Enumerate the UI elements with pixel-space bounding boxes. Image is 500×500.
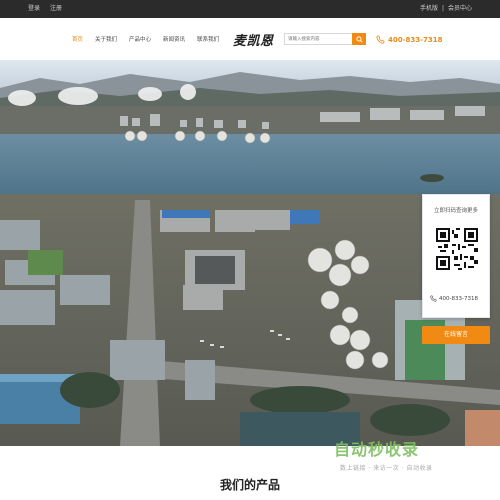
member-center-link[interactable]: 会员中心 xyxy=(448,0,472,18)
login-link[interactable]: 登录 xyxy=(28,0,40,18)
utility-links: 手机版 | 会员中心 xyxy=(420,0,472,18)
nav-item-products[interactable]: 产品中心 xyxy=(129,35,151,43)
online-message-button[interactable]: 在线留言 xyxy=(422,326,490,344)
register-link[interactable]: 注册 xyxy=(50,0,62,18)
qr-caption: 立即扫码查询更多 xyxy=(433,208,478,214)
watermark-title: 自动秒收录 xyxy=(334,440,420,459)
nav-item-home[interactable]: 首页 xyxy=(72,35,83,43)
site-header: 首页 关于我们 产品中心 新闻资讯 联系我们 麦凯恩 400-833-7318 xyxy=(0,18,500,60)
header-phone-number: 400-833-7318 xyxy=(388,35,443,44)
header-phone: 400-833-7318 xyxy=(376,35,443,44)
site-logo[interactable]: 麦凯恩 xyxy=(233,30,274,49)
top-utility-bar: 登录 注册 手机版 | 会员中心 xyxy=(0,0,500,18)
qr-card-phone-number: 400-833-7318 xyxy=(439,295,478,302)
search-input[interactable] xyxy=(284,33,352,45)
account-links: 登录 注册 xyxy=(28,0,62,18)
watermark-subtitle: 数上链接 · 来访一次 · 自动收录 xyxy=(340,465,433,472)
mobile-version-link[interactable]: 手机版 xyxy=(420,0,438,18)
watermark: 自动秒收录 数上链接 · 来访一次 · 自动收录 xyxy=(330,432,490,476)
search-icon xyxy=(355,35,363,43)
phone-icon xyxy=(376,35,385,44)
qr-code-card: 立即扫码查询更多 400-833-7318 xyxy=(422,194,490,318)
qr-code-icon xyxy=(436,228,478,270)
page: 登录 注册 手机版 | 会员中心 首页 关于我们 产品中心 新闻资讯 联系我们 … xyxy=(0,0,500,500)
nav-item-about[interactable]: 关于我们 xyxy=(95,35,117,43)
search-box xyxy=(284,33,366,45)
products-section-title: 我们的产品 xyxy=(219,478,280,492)
main-nav: 首页 关于我们 产品中心 新闻资讯 联系我们 xyxy=(72,18,219,60)
divider: | xyxy=(441,5,444,12)
phone-icon xyxy=(430,295,437,302)
qr-card-phone: 400-833-7318 xyxy=(430,295,478,302)
search-button[interactable] xyxy=(352,33,366,45)
nav-item-contact[interactable]: 联系我们 xyxy=(197,35,219,43)
nav-item-news[interactable]: 新闻资讯 xyxy=(163,35,185,43)
